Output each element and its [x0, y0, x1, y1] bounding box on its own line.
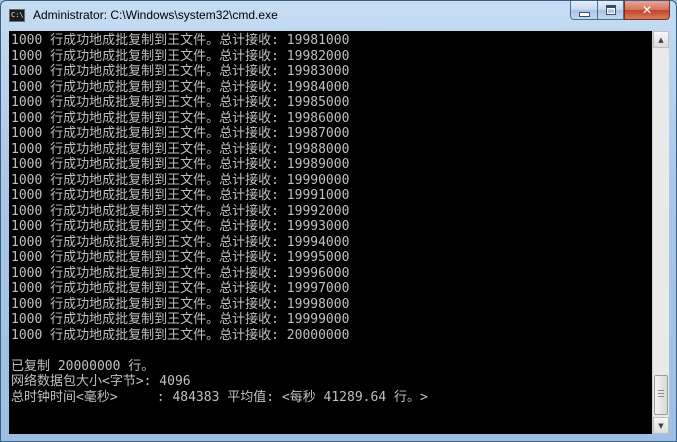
console-line: 已复制 20000000 行。	[11, 358, 155, 374]
arrow-down-icon: ▼	[658, 421, 664, 430]
console-line: 1000 行成功地成批复制到王文件。总计接收: 19984000	[11, 79, 350, 95]
console-line: 1000 行成功地成批复制到王文件。总计接收: 19994000	[11, 234, 350, 250]
scroll-up-button[interactable]: ▲	[653, 31, 669, 48]
console-line: 1000 行成功地成批复制到王文件。总计接收: 19983000	[11, 64, 350, 79]
maximize-button[interactable]	[597, 1, 624, 20]
window-title: Administrator: C:\Windows\system32\cmd.e…	[33, 8, 278, 22]
console-lines: 1000 行成功地成批复制到王文件。总计接收: 19981000 1000 行成功…	[9, 31, 652, 405]
console-line: 1000 行成功地成批复制到王文件。总计接收: 19999000	[11, 312, 350, 327]
console-line: 1000 行成功地成批复制到王文件。总计接收: 19995000	[11, 250, 350, 265]
scroll-down-button[interactable]: ▼	[653, 417, 669, 434]
close-icon: ✕	[641, 3, 653, 17]
vertical-scrollbar[interactable]: ▲ ▼	[652, 31, 669, 434]
console-line: 1000 行成功地成批复制到王文件。总计接收: 19986000	[11, 110, 350, 126]
console-output[interactable]: 1000 行成功地成批复制到王文件。总计接收: 19981000 1000 行成功…	[9, 31, 652, 434]
console-line: 1000 行成功地成批复制到王文件。总计接收: 19987000	[11, 126, 350, 141]
cmd-window: C:\ Administrator: C:\Windows\system32\c…	[0, 0, 677, 442]
console-line: 1000 行成功地成批复制到王文件。总计接收: 19996000	[11, 265, 350, 281]
console-line: 1000 行成功地成批复制到王文件。总计接收: 19991000	[11, 188, 350, 203]
console-line: 1000 行成功地成批复制到王文件。总计接收: 19989000	[11, 157, 350, 172]
title-bar[interactable]: C:\ Administrator: C:\Windows\system32\c…	[1, 1, 676, 31]
console-line: 1000 行成功地成批复制到王文件。总计接收: 20000000	[11, 327, 350, 343]
console-line: 1000 行成功地成批复制到王文件。总计接收: 19982000	[11, 48, 350, 64]
console-line: 1000 行成功地成批复制到王文件。总计接收: 19998000	[11, 296, 350, 312]
console-line: 1000 行成功地成批复制到王文件。总计接收: 19993000	[11, 219, 350, 234]
cmd-icon[interactable]: C:\	[9, 9, 25, 22]
grip-icon	[658, 390, 664, 399]
minimize-button[interactable]	[570, 1, 597, 20]
caption-buttons: ✕	[570, 1, 670, 21]
console-line: 1000 行成功地成批复制到王文件。总计接收: 19981000	[11, 33, 350, 48]
console-line: 1000 行成功地成批复制到王文件。总计接收: 19992000	[11, 203, 350, 219]
console-line: 1000 行成功地成批复制到王文件。总计接收: 19988000	[11, 141, 350, 157]
console-line: 1000 行成功地成批复制到王文件。总计接收: 19997000	[11, 281, 350, 296]
console-line: 1000 行成功地成批复制到王文件。总计接收: 19985000	[11, 95, 350, 110]
scroll-thumb[interactable]	[654, 375, 668, 415]
console-line: 总时钟时间<毫秒> : 484383 平均值: <每秒 41289.64 行。>	[11, 389, 428, 405]
arrow-up-icon: ▲	[658, 35, 664, 44]
minimize-icon	[578, 11, 590, 17]
console-line: 1000 行成功地成批复制到王文件。总计接收: 19990000	[11, 172, 350, 188]
console-line: 网络数据包大小<字节>: 4096	[11, 374, 191, 389]
maximize-icon	[605, 5, 616, 15]
close-button[interactable]: ✕	[624, 1, 670, 20]
